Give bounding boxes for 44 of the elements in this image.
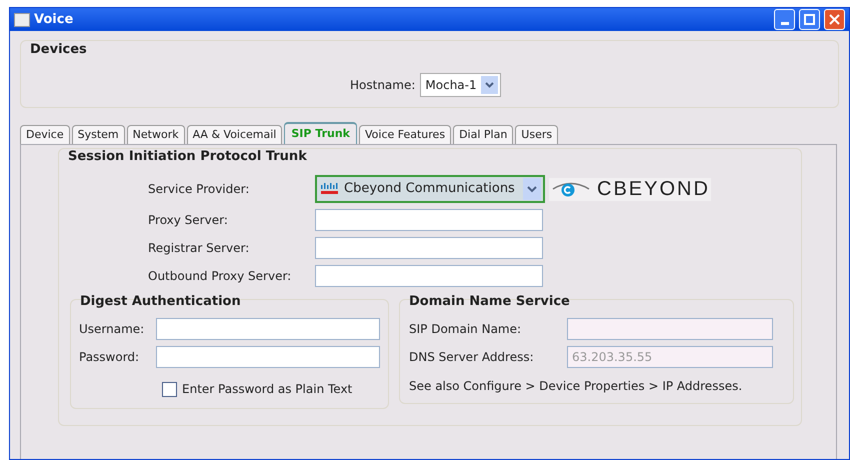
input-field[interactable] <box>315 209 543 231</box>
tab[interactable]: AA & Voicemail <box>186 125 282 144</box>
field-label: Proxy Server: <box>148 212 229 229</box>
input-field[interactable] <box>315 237 543 259</box>
tab[interactable]: Device <box>20 125 70 144</box>
input-field[interactable] <box>156 346 380 368</box>
note-text: See also Configure > Device Properties > IP Addresses. <box>409 378 742 395</box>
group-title: Domain Name Service <box>409 293 570 311</box>
field-label: Registrar Server: <box>148 240 250 257</box>
field-label: Password: <box>79 349 140 366</box>
service-provider-dropdown[interactable]: Cbeyond Communications <box>315 175 545 203</box>
group-title: Digest Authentication <box>80 293 241 311</box>
maximize-button[interactable] <box>799 9 820 30</box>
tab[interactable]: System <box>72 125 125 144</box>
close-button[interactable] <box>824 9 845 30</box>
tab[interactable]: Dial Plan <box>453 125 514 144</box>
hostname-label: Hostname: <box>350 77 416 94</box>
checkbox[interactable] <box>162 382 177 396</box>
input-field[interactable] <box>156 318 380 340</box>
group-title: Devices <box>30 41 87 59</box>
input-field[interactable] <box>315 265 543 287</box>
tab[interactable]: Network <box>126 125 185 144</box>
tab[interactable]: Users <box>515 125 558 144</box>
minimize-button[interactable] <box>774 9 795 30</box>
field-label: SIP Domain Name: <box>409 321 522 338</box>
field-label: Service Provider: <box>148 181 250 198</box>
window-title: Voice <box>34 10 74 29</box>
input-field[interactable] <box>567 318 773 340</box>
hostname-dropdown[interactable]: Mocha-1 <box>420 73 501 97</box>
field-label: DNS Server Address: <box>409 349 535 366</box>
window-icon <box>14 12 30 26</box>
minimize-icon <box>780 22 788 25</box>
maximize-icon <box>804 14 815 25</box>
eye-logo-icon <box>551 180 591 198</box>
field-label: Username: <box>79 321 146 338</box>
close-icon <box>829 14 840 25</box>
field-label: Outbound Proxy Server: <box>148 268 292 285</box>
chevron-icon <box>523 178 541 200</box>
tab[interactable]: Voice Features <box>358 125 452 144</box>
chevron-icon <box>480 76 498 94</box>
cisco-logo-icon <box>320 182 340 196</box>
group-title: Session Initiation Protocol Trunk <box>68 148 307 166</box>
checkbox-label: Enter Password as Plain Text <box>182 381 352 398</box>
provider-logo: CBEYOND <box>549 178 711 200</box>
